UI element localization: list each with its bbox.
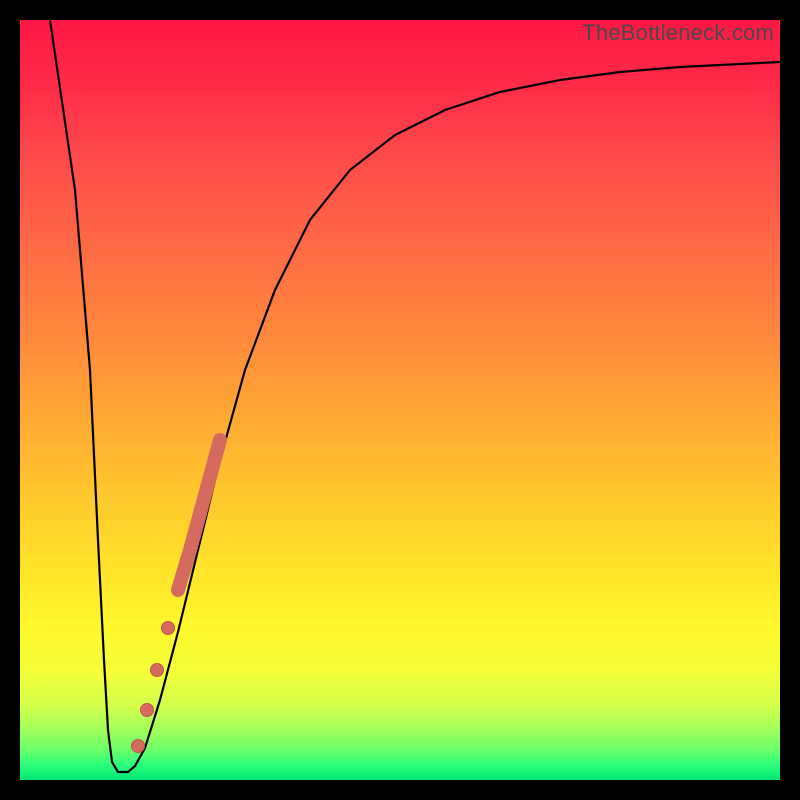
marker-dot [151,664,164,677]
curve-layer [20,20,780,780]
marker-dot [141,704,154,717]
chart-frame: TheBottleneck.com [0,0,800,800]
plot-area: TheBottleneck.com [20,20,780,780]
bottleneck-curve [50,20,780,772]
marker-thick-segment [178,440,220,590]
marker-dot [162,622,175,635]
marker-dot [132,740,145,753]
